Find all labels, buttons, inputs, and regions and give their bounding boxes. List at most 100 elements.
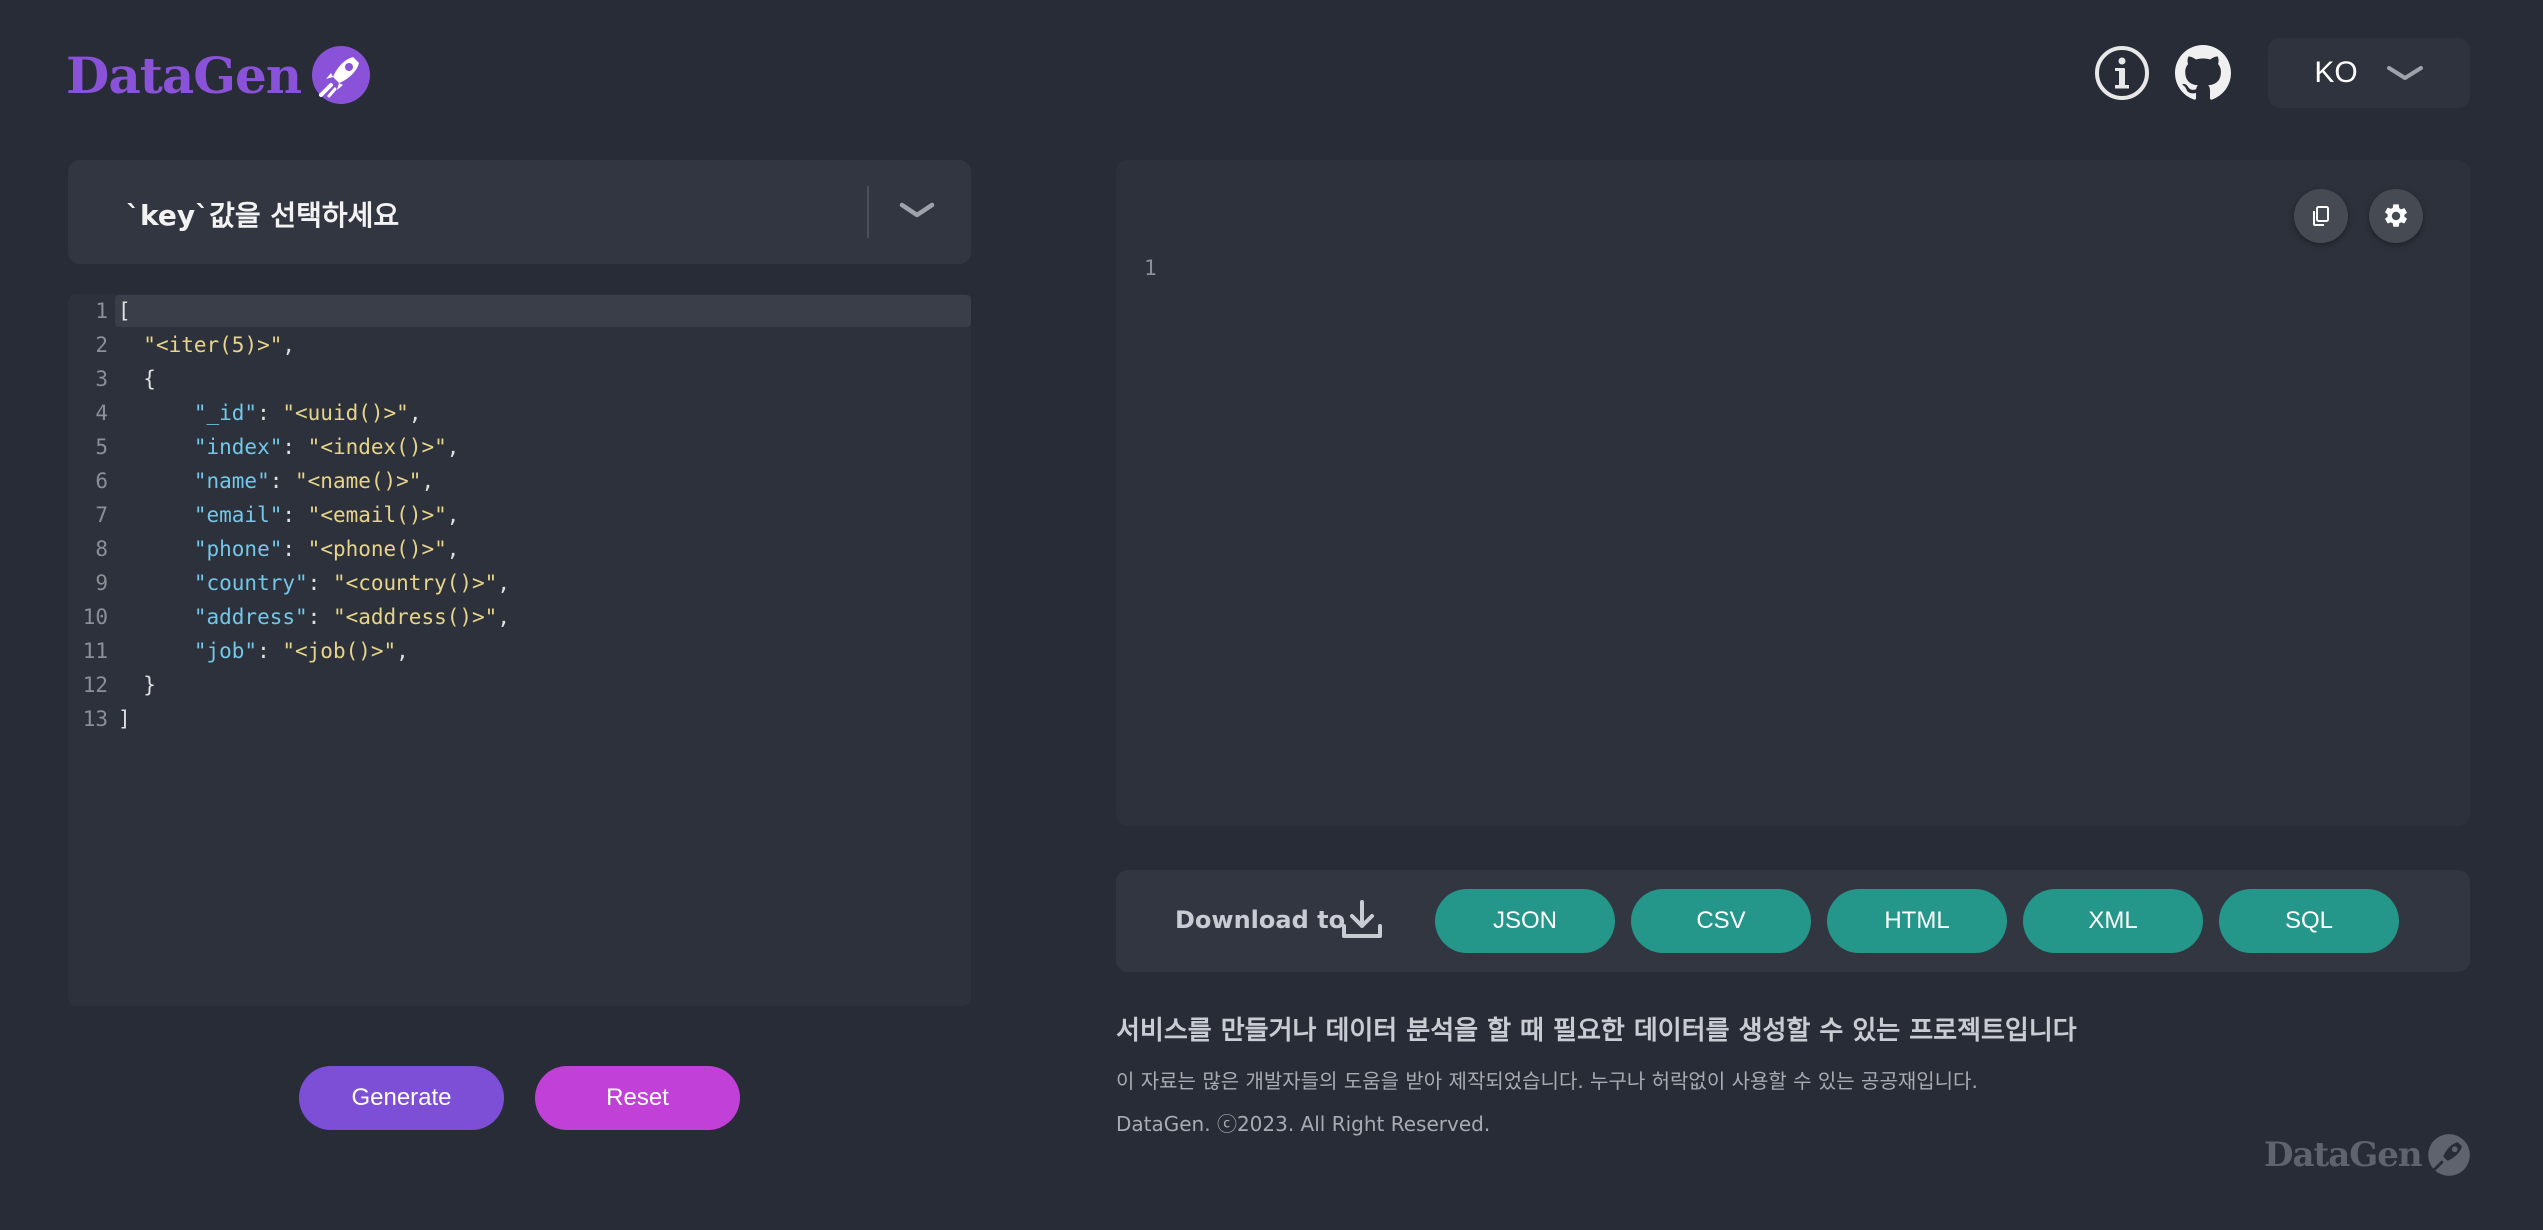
code-text: "name": "<name()>",: [118, 464, 434, 498]
reset-button[interactable]: Reset: [535, 1066, 740, 1130]
download-xml-button[interactable]: XML: [2023, 889, 2203, 953]
line-number: 13: [82, 707, 108, 731]
key-select-divider: [867, 186, 869, 238]
json-key: "_id": [193, 401, 258, 425]
line-number: 5: [95, 435, 108, 459]
json-punctuation: [: [118, 299, 131, 323]
json-punctuation: ,: [497, 571, 510, 595]
json-punctuation: ,: [421, 469, 435, 493]
json-punctuation: :: [269, 469, 296, 493]
json-string: "<country()>": [332, 571, 498, 595]
line-number: 2: [95, 333, 108, 357]
key-select[interactable]: `key`값을 선택하세요: [68, 160, 971, 264]
json-punctuation: ,: [408, 401, 422, 425]
json-punctuation: :: [257, 639, 283, 663]
json-key: "email": [193, 503, 283, 527]
chevron-down-icon[interactable]: [896, 190, 938, 232]
json-key: "address": [193, 605, 308, 629]
editor-line[interactable]: 3 {: [68, 362, 971, 396]
code-text: "<iter(5)>",: [118, 328, 295, 362]
editor-line[interactable]: 10 "address": "<address()>",: [68, 600, 971, 634]
json-key: "country": [193, 571, 308, 595]
code-text: "phone": "<phone()>",: [118, 532, 460, 566]
json-punctuation: ,: [396, 639, 409, 663]
editor-line[interactable]: 8 "phone": "<phone()>",: [68, 532, 971, 566]
editor-line[interactable]: 5 "index": "<index()>",: [68, 430, 971, 464]
logo-text: DataGen: [66, 45, 302, 105]
json-punctuation: ,: [497, 605, 510, 629]
line-number: 7: [95, 503, 108, 527]
rocket-icon: [312, 46, 371, 104]
line-number: 6: [95, 469, 108, 493]
key-select-placeholder: `key`값을 선택하세요: [126, 199, 400, 232]
download-json-button[interactable]: JSON: [1435, 889, 1615, 953]
footer-logo: DataGen: [2264, 1132, 2472, 1178]
download-label: Download to: [1175, 906, 1346, 934]
line-number: 10: [82, 605, 108, 629]
code-text: {: [118, 362, 156, 396]
editor-line[interactable]: 2 "<iter(5)>",: [68, 328, 971, 362]
json-punctuation: }: [143, 673, 156, 697]
code-text: "address": "<address()>",: [118, 600, 510, 634]
editor-line[interactable]: 9 "country": "<country()>",: [68, 566, 971, 600]
output-editor[interactable]: 1: [1116, 160, 2470, 826]
download-bar: Download to JSON CSV HTML XML SQL: [1116, 870, 2470, 972]
copy-icon: [2313, 206, 2329, 226]
json-key: "job": [193, 639, 258, 663]
gear-icon: [2385, 204, 2407, 227]
generate-button[interactable]: Generate: [299, 1066, 504, 1130]
json-punctuation: ,: [282, 333, 296, 357]
app-logo[interactable]: DataGen: [66, 40, 373, 110]
json-punctuation: :: [307, 605, 333, 629]
code-text: [: [118, 294, 131, 328]
json-string: "<address()>": [332, 605, 498, 629]
json-string: "<index()>": [307, 435, 447, 459]
editor-line[interactable]: 12 }: [68, 668, 971, 702]
json-key: "index": [193, 435, 283, 459]
editor-line[interactable]: 4 "_id": "<uuid()>",: [68, 396, 971, 430]
line-number: 12: [82, 673, 108, 697]
language-selected-value: KO: [2314, 56, 2358, 89]
download-sql-button[interactable]: SQL: [2219, 889, 2399, 953]
code-text: ]: [118, 702, 131, 736]
chevron-down-icon: [2386, 66, 2423, 80]
editor-line[interactable]: 13]: [68, 702, 971, 736]
code-text: "_id": "<uuid()>",: [118, 396, 422, 430]
language-select[interactable]: KO: [2268, 38, 2470, 108]
rocket-icon: [2427, 1134, 2470, 1176]
code-text: "index": "<index()>",: [118, 430, 460, 464]
code-text: "country": "<country()>",: [118, 566, 510, 600]
description-subtitle: 이 자료는 많은 개발자들의 도움을 받아 제작되었습니다. 누구나 허락없이 …: [1116, 1069, 1978, 1093]
json-string: "<email()>": [307, 503, 447, 527]
editor-line[interactable]: 11 "job": "<job()>",: [68, 634, 971, 668]
footer-logo-text: DataGen: [2264, 1135, 2423, 1175]
line-number: 8: [95, 537, 108, 561]
code-text: "job": "<job()>",: [118, 634, 409, 668]
json-punctuation: {: [143, 367, 156, 391]
json-punctuation: :: [257, 401, 283, 425]
editor-line[interactable]: 7 "email": "<email()>",: [68, 498, 971, 532]
json-string: "<job()>": [282, 639, 397, 663]
github-icon[interactable]: [2175, 45, 2231, 101]
json-punctuation: :: [282, 537, 308, 561]
download-csv-button[interactable]: CSV: [1631, 889, 1811, 953]
description-title: 서비스를 만들거나 데이터 분석을 할 때 필요한 데이터를 생성할 수 있는 …: [1116, 1016, 2077, 1046]
json-string: "<iter(5)>": [143, 333, 283, 357]
download-html-button[interactable]: HTML: [1827, 889, 2007, 953]
code-text: "email": "<email()>",: [118, 498, 460, 532]
settings-button[interactable]: [2369, 189, 2423, 243]
json-string: "<uuid()>": [282, 401, 409, 425]
json-punctuation: ]: [118, 707, 131, 731]
copyright-text: DataGen. ⓒ2023. All Right Reserved.: [1116, 1112, 1491, 1136]
editor-line[interactable]: 6 "name": "<name()>",: [68, 464, 971, 498]
json-string: "<name()>": [295, 469, 422, 493]
json-string: "<phone()>": [307, 537, 447, 561]
info-icon[interactable]: [2094, 45, 2150, 101]
json-punctuation: :: [282, 435, 308, 459]
template-editor[interactable]: 1[2 "<iter(5)>", 3 {4 "_id": "<uuid()>", 5…: [68, 294, 971, 1006]
copy-button[interactable]: [2294, 189, 2348, 243]
active-line-highlight: [115, 295, 971, 327]
output-line-number: 1: [1144, 256, 1157, 280]
editor-line[interactable]: 1[: [68, 294, 971, 328]
json-punctuation: ,: [446, 435, 460, 459]
